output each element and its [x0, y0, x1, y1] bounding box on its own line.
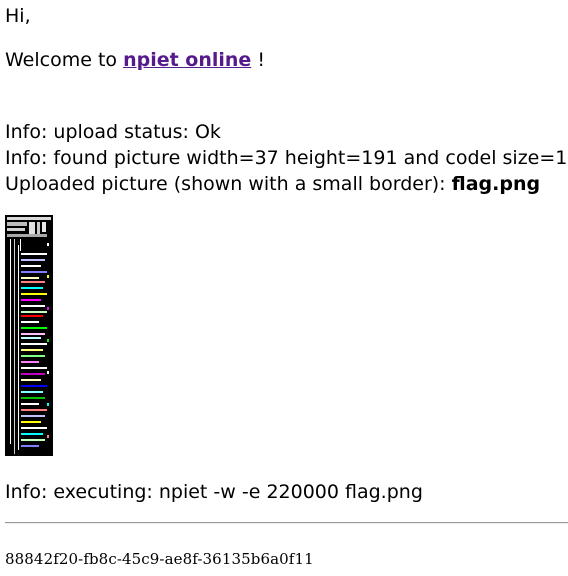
image-top-block [7, 222, 27, 226]
welcome-line: Welcome to npiet online ! [5, 47, 265, 73]
greeting-text: Hi, [5, 5, 31, 27]
image-background [5, 215, 53, 456]
horizontal-rule [5, 522, 568, 524]
image-top-block [42, 222, 46, 232]
program-output: 88842f20-fb8c-45c9-ae8f-36135b6a0f11 [5, 550, 314, 568]
image-top-block [37, 222, 40, 236]
image-guide [14, 239, 15, 454]
picture-dimensions-info: Info: found picture width=37 height=191 … [5, 147, 568, 169]
welcome-suffix: ! [257, 49, 265, 71]
uploaded-filename: flag.png [451, 173, 541, 195]
image-top-block [7, 228, 25, 231]
image-top-bar [7, 217, 51, 220]
image-top-block [7, 234, 47, 237]
welcome-prefix: Welcome to [5, 49, 118, 71]
uploaded-piet-image [5, 215, 53, 456]
uploaded-picture-line: Uploaded picture (shown with a small bor… [5, 171, 540, 197]
image-guide [20, 239, 21, 251]
image-top-block [29, 222, 35, 234]
npiet-online-link[interactable]: npiet online [123, 49, 251, 71]
image-guide [18, 245, 19, 450]
uploaded-picture-label: Uploaded picture (shown with a small bor… [5, 173, 446, 195]
executing-info: Info: executing: npiet -w -e 220000 flag… [5, 481, 423, 503]
upload-status-info: Info: upload status: Ok [5, 121, 221, 143]
image-guide [10, 239, 11, 444]
